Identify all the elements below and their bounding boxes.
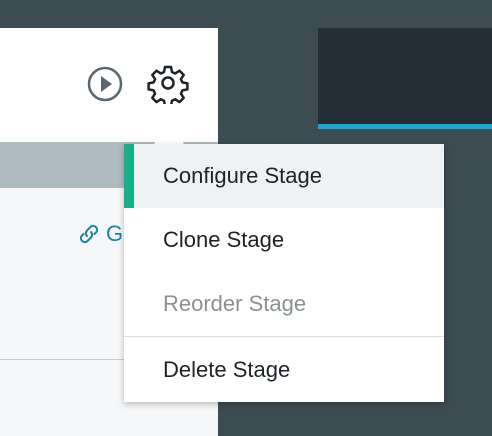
menu-separator bbox=[124, 336, 444, 337]
run-stage-button[interactable] bbox=[85, 64, 125, 104]
menu-item-configure-stage[interactable]: Configure Stage bbox=[124, 144, 444, 208]
dark-panel-accent bbox=[318, 124, 492, 129]
link-icon[interactable] bbox=[77, 222, 101, 246]
menu-caret bbox=[154, 122, 184, 144]
play-circle-icon bbox=[87, 66, 123, 102]
gear-icon bbox=[147, 65, 189, 108]
stage-settings-button[interactable] bbox=[147, 62, 189, 108]
dark-panel bbox=[318, 28, 492, 124]
menu-item-delete-stage[interactable]: Delete Stage bbox=[124, 338, 444, 402]
menu-item-clone-stage[interactable]: Clone Stage bbox=[124, 208, 444, 272]
menu-item-reorder-stage: Reorder Stage bbox=[163, 291, 307, 316]
stage-settings-menu: Configure Stage Clone Stage Reorder Stag… bbox=[124, 144, 444, 402]
